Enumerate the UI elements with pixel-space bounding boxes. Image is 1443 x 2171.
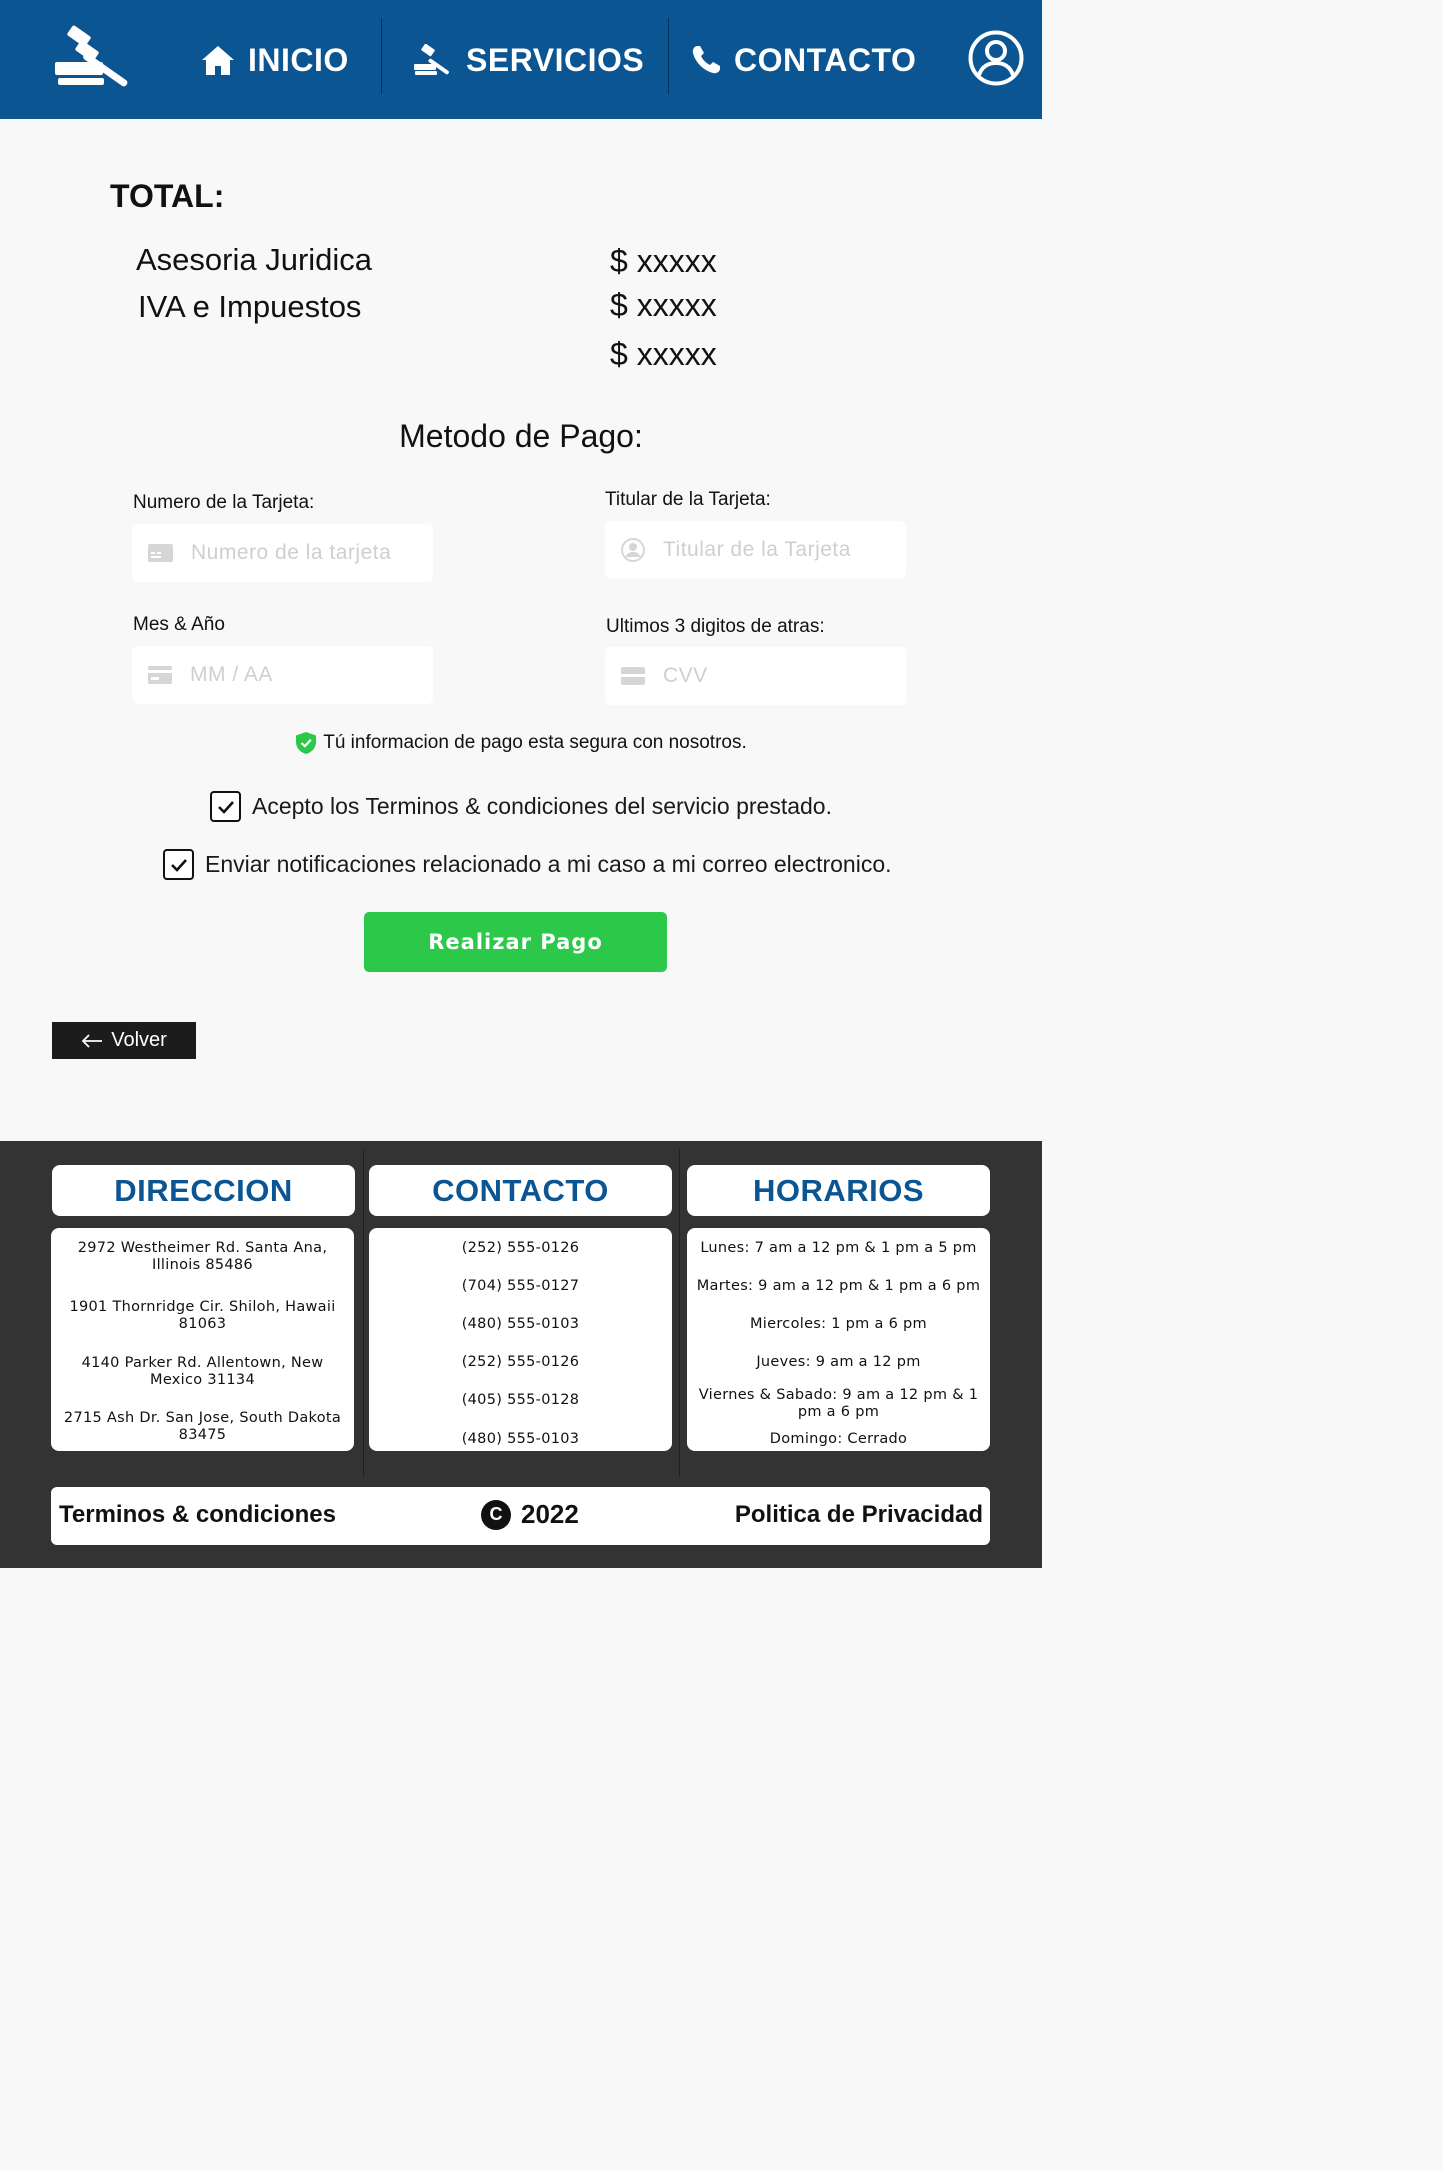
nav-divider [381,18,382,94]
footer-contacto-heading: CONTACTO [369,1165,672,1216]
phone-item[interactable]: (405) 555-0128 [375,1392,666,1409]
card-number-input[interactable] [191,541,411,565]
footer-divider [363,1149,364,1477]
calendar-card-icon [148,666,172,684]
card-number-field[interactable] [132,524,433,582]
schedule-item: Martes: 9 am a 12 pm & 1 pm a 6 pm [696,1278,981,1294]
nav-inicio[interactable]: INICIO [200,36,349,84]
back-button[interactable]: Volver [52,1022,196,1059]
card-holder-label: Titular de la Tarjeta: [605,489,771,510]
footer-direccion-heading: DIRECCION [52,1165,355,1216]
phone-item[interactable]: (480) 555-0103 [375,1431,666,1448]
secure-note-text: Tú informacion de pago esta segura con n… [323,732,747,753]
shield-check-icon [296,732,317,754]
address-item: 4140 Parker Rd. Allentown, New Mexico 31… [81,1355,324,1388]
nav-contacto[interactable]: CONTACTO [690,36,916,84]
submit-payment-button[interactable]: Realizar Pago [364,912,667,972]
footer-horarios-box: Lunes: 7 am a 12 pm & 1 pm a 5 pm Martes… [687,1228,990,1451]
expiry-field[interactable] [132,646,433,704]
footer-direccion-box: 2972 Westheimer Rd. Santa Ana, Illinois … [51,1228,354,1451]
terms-checkbox-label: Acepto los Terminos & condiciones del se… [252,793,832,819]
copyright-year: 2022 [521,1499,579,1529]
phone-item[interactable]: (704) 555-0127 [375,1278,666,1295]
gavel-icon [414,44,449,75]
user-circle-icon [621,538,645,562]
footer-contacto-box: (252) 555-0126 (704) 555-0127 (480) 555-… [369,1228,672,1451]
top-nav-bar: INICIO SERVICIOS CONTACTO [0,0,1042,119]
line-item-price: $ xxxxx [610,243,717,279]
expiry-input[interactable] [190,663,410,687]
gavel-logo-icon[interactable] [52,18,144,92]
footer-divider [679,1149,680,1477]
terms-checkbox-row[interactable]: Acepto los Terminos & condiciones del se… [210,791,832,822]
notify-checkbox-row[interactable]: Enviar notificaciones relacionado a mi c… [163,849,892,880]
copyright-icon: C [481,1499,511,1530]
cvv-label: Ultimos 3 digitos de atras: [606,616,825,637]
nav-contacto-label: CONTACTO [734,41,917,78]
check-icon [217,800,234,814]
footer: DIRECCION 2972 Westheimer Rd. Santa Ana,… [0,1141,1042,1568]
schedule-item: Jueves: 9 am a 12 pm [756,1354,921,1370]
secure-note: Tú informacion de pago esta segura con n… [0,731,1042,755]
footer-bottom-bar: Terminos & condiciones C 2022 Politica d… [51,1487,990,1545]
phone-item[interactable]: (252) 555-0126 [375,1240,666,1257]
payment-method-heading: Metodo de Pago: [399,418,643,454]
address-item: 2715 Ash Dr. San Jose, South Dakota 8347… [63,1410,342,1443]
footer-horarios-heading: HORARIOS [687,1165,990,1216]
terms-checkbox[interactable] [210,791,241,822]
check-icon [170,858,187,872]
copyright: C 2022 [481,1499,579,1530]
line-item-label: IVA e Impuestos [138,289,362,324]
user-account-icon[interactable] [967,29,1025,87]
total-heading: TOTAL: [110,178,225,214]
line-item-price: $ xxxxx [610,287,717,323]
card-back-icon [621,667,645,685]
notify-checkbox[interactable] [163,849,194,880]
terms-link[interactable]: Terminos & condiciones [59,1501,336,1529]
address-item: 1901 Thornridge Cir. Shiloh, Hawaii 8106… [69,1299,336,1332]
back-button-label: Volver [111,1029,167,1051]
schedule-item: Miercoles: 1 pm a 6 pm [750,1316,927,1332]
schedule-item: Lunes: 7 am a 12 pm & 1 pm a 5 pm [700,1240,977,1256]
arrow-left-icon [81,1033,103,1048]
card-number-label: Numero de la Tarjeta: [133,492,315,513]
address-item: 2972 Westheimer Rd. Santa Ana, Illinois … [77,1240,328,1273]
credit-card-icon [148,544,173,562]
schedule-item: Domingo: Cerrado [769,1431,908,1447]
line-item-label: Asesoria Juridica [136,242,373,277]
schedule-item: Viernes & Sabado: 9 am a 12 pm & 1 pm a … [698,1387,979,1420]
card-holder-input[interactable] [663,538,883,562]
home-icon [202,46,234,75]
expiry-label: Mes & Año [133,614,225,635]
nav-inicio-label: INICIO [248,41,349,78]
cvv-input[interactable] [663,664,883,688]
privacy-link[interactable]: Politica de Privacidad [735,1501,983,1529]
notify-checkbox-label: Enviar notificaciones relacionado a mi c… [205,851,892,877]
total-price: $ xxxxx [610,336,717,372]
cvv-field[interactable] [605,647,906,705]
phone-item[interactable]: (252) 555-0126 [375,1354,666,1371]
card-holder-field[interactable] [605,521,906,579]
nav-servicios-label: SERVICIOS [466,41,645,78]
nav-servicios[interactable]: SERVICIOS [412,36,644,84]
phone-icon [692,46,720,74]
phone-item[interactable]: (480) 555-0103 [375,1316,666,1333]
nav-divider [668,18,669,94]
